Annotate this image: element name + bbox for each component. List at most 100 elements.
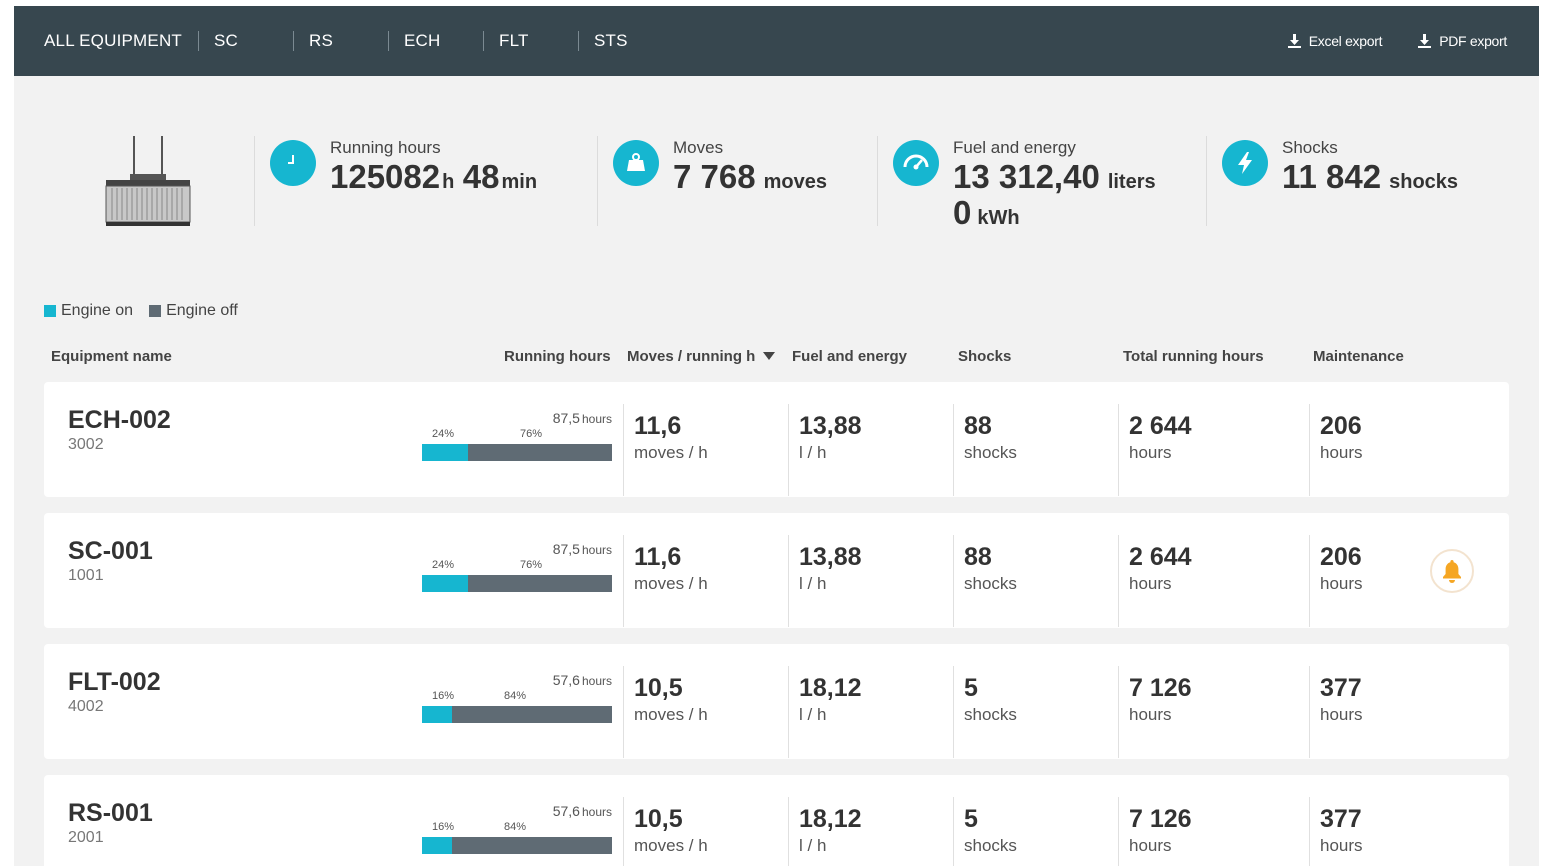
legend: Engine on Engine off bbox=[44, 302, 238, 320]
hours-number: 57,6 bbox=[552, 803, 580, 819]
engine-off-bar bbox=[422, 444, 612, 461]
total-hours-unit: hours bbox=[1129, 443, 1172, 462]
shocks-cell: 88 shocks bbox=[953, 535, 1017, 627]
maintenance-unit: hours bbox=[1320, 705, 1363, 724]
moves-cell: 11,6 moves / h bbox=[623, 404, 708, 496]
fuel-value: 18,12 bbox=[799, 805, 862, 833]
total-hours-unit: hours bbox=[1129, 574, 1172, 593]
excel-export-button[interactable]: Excel export bbox=[1287, 33, 1383, 49]
running-hours-bar: 57,6 hours 16% 84% bbox=[422, 803, 612, 857]
shocks-value: 11 842 bbox=[1282, 158, 1382, 195]
maintenance-value: 206 bbox=[1320, 412, 1362, 440]
col-total-running-hours[interactable]: Total running hours bbox=[1123, 348, 1264, 365]
maintenance-value: 206 bbox=[1320, 543, 1362, 571]
fuel-cell: 13,88 l / h bbox=[788, 404, 862, 496]
unit-liters: liters bbox=[1107, 171, 1156, 193]
kpi-value: 125082 h 48 min bbox=[330, 158, 541, 196]
gauge-icon bbox=[893, 140, 939, 186]
weight-icon bbox=[613, 140, 659, 186]
col-moves-label: Moves / running h bbox=[627, 348, 756, 365]
shocks-unit: shocks bbox=[964, 443, 1017, 462]
tab-flt[interactable]: FLT bbox=[483, 31, 578, 51]
maintenance-value: 377 bbox=[1320, 674, 1362, 702]
legend-label: Engine off bbox=[166, 302, 238, 319]
equipment-row[interactable]: FLT-002 4002 57,6 hours 16% 84% 10,5 moves / h1… bbox=[44, 644, 1509, 759]
download-icon bbox=[1287, 34, 1301, 48]
shocks-unit: shocks bbox=[964, 705, 1017, 724]
shocks-value: 5 bbox=[964, 805, 978, 833]
running-hours-value: 87,5 hours bbox=[553, 410, 612, 426]
maintenance-unit: hours bbox=[1320, 574, 1363, 593]
kpi-label: Fuel and energy bbox=[953, 138, 1076, 157]
running-hours-value: 57,6 hours bbox=[553, 672, 612, 688]
col-maintenance[interactable]: Maintenance bbox=[1313, 348, 1404, 365]
equipment-code: 4002 bbox=[68, 698, 104, 715]
running-hours-value: 57,6 hours bbox=[553, 803, 612, 819]
engine-off-bar bbox=[422, 706, 612, 723]
divider bbox=[877, 136, 878, 226]
shocks-value: 5 bbox=[964, 674, 978, 702]
equipment-name[interactable]: FLT-002 bbox=[68, 668, 161, 697]
total-hours-value: 2 644 bbox=[1129, 412, 1192, 440]
col-fuel-energy[interactable]: Fuel and energy bbox=[792, 348, 907, 365]
moves-unit: moves / h bbox=[634, 705, 708, 724]
maintenance-cell: 206 hours bbox=[1309, 535, 1363, 627]
fuel-value: 13,88 bbox=[799, 412, 862, 440]
shocks-value: 88 bbox=[964, 543, 992, 571]
hours-unit: hours bbox=[581, 543, 612, 557]
total-hours-cell: 2 644 hours bbox=[1118, 535, 1192, 627]
tab-ech[interactable]: ECH bbox=[388, 31, 483, 51]
legend-engine-on: Engine on bbox=[44, 302, 133, 320]
moves-cell: 10,5 moves / h bbox=[623, 666, 708, 758]
energy-value: 0 bbox=[953, 194, 972, 231]
fuel-cell: 18,12 l / h bbox=[788, 666, 862, 758]
col-equipment-name[interactable]: Equipment name bbox=[51, 348, 172, 365]
divider bbox=[254, 136, 255, 226]
tab-all-equipment[interactable]: ALL EQUIPMENT bbox=[44, 31, 182, 51]
col-shocks[interactable]: Shocks bbox=[958, 348, 1011, 365]
fuel-value: 13 312,40 bbox=[953, 158, 1100, 195]
excel-export-label: Excel export bbox=[1308, 33, 1383, 49]
equipment-row[interactable]: SC-001 1001 87,5 hours 24% 76% 11,6 moves / h 13… bbox=[44, 513, 1509, 628]
legend-swatch bbox=[44, 305, 56, 317]
maintenance-value: 377 bbox=[1320, 805, 1362, 833]
legend-label: Engine on bbox=[61, 302, 134, 319]
unit-shocks: shocks bbox=[1389, 171, 1459, 193]
engine-off-bar bbox=[422, 837, 612, 854]
hours-unit: hours bbox=[581, 674, 612, 688]
shocks-cell: 5 shocks bbox=[953, 666, 1017, 758]
total-hours-cell: 7 126 hours bbox=[1118, 666, 1192, 758]
pdf-export-button[interactable]: PDF export bbox=[1418, 33, 1507, 49]
equipment-code: 1001 bbox=[68, 567, 104, 584]
equipment-row[interactable]: ECH-002 3002 87,5 hours 24% 76% 11,6 moves / h1… bbox=[44, 382, 1509, 497]
kpi-value-energy: 0 kWh bbox=[953, 194, 1024, 232]
maintenance-cell: 206 hours bbox=[1309, 404, 1363, 496]
kpi-value: 11 842 shocks bbox=[1282, 158, 1462, 196]
maintenance-alert-button[interactable] bbox=[1430, 549, 1474, 593]
tab-sc[interactable]: SC bbox=[198, 31, 293, 51]
download-icon bbox=[1418, 34, 1432, 48]
hours-number: 57,6 bbox=[552, 672, 580, 688]
clock-icon bbox=[270, 140, 316, 186]
equipment-name[interactable]: ECH-002 bbox=[68, 406, 171, 435]
moves-value: 11,6 bbox=[634, 543, 682, 571]
col-moves-per-hour[interactable]: Moves / running h bbox=[627, 348, 776, 365]
engine-off-percent: 84% bbox=[504, 821, 527, 833]
equipment-name[interactable]: RS-001 bbox=[68, 799, 153, 828]
shocks-unit: shocks bbox=[964, 574, 1017, 593]
fuel-unit: l / h bbox=[799, 705, 827, 724]
tab-rs[interactable]: RS bbox=[293, 31, 388, 51]
running-min-value: 48 bbox=[462, 158, 500, 195]
shocks-cell: 5 shocks bbox=[953, 797, 1017, 866]
unit-moves: moves bbox=[763, 171, 827, 193]
unit-h: h bbox=[442, 171, 455, 193]
equipment-row[interactable]: RS-001 2001 57,6 hours 16% 84% 10,5 moves / h 18… bbox=[44, 775, 1509, 866]
equipment-code: 3002 bbox=[68, 436, 104, 453]
tab-sts[interactable]: STS bbox=[578, 31, 673, 51]
engine-on-percent: 16% bbox=[432, 821, 455, 833]
col-running-hours[interactable]: Running hours bbox=[504, 348, 611, 365]
kpi-value: 13 312,40 liters bbox=[953, 158, 1160, 196]
lightning-icon bbox=[1222, 140, 1268, 186]
fuel-value: 13,88 bbox=[799, 543, 862, 571]
equipment-name[interactable]: SC-001 bbox=[68, 537, 153, 566]
